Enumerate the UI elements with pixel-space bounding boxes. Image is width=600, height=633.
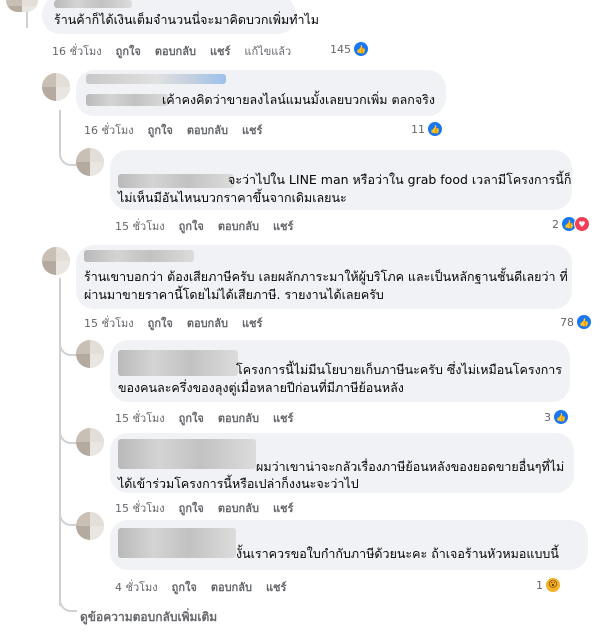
like-button[interactable]: ถูกใจ bbox=[148, 317, 173, 330]
comment-text-line: ผ่านมาขายราคานี้โดยไม่ได้เสียภาษี. รายงา… bbox=[84, 287, 384, 302]
avatar-icon[interactable] bbox=[6, 0, 38, 12]
commenter-name[interactable] bbox=[84, 250, 194, 262]
commenter-name-blur bbox=[86, 94, 168, 106]
view-more-replies-link[interactable]: ดูข้อความตอบกลับเพิ่มเติม bbox=[80, 608, 217, 627]
share-button[interactable]: แชร์ bbox=[266, 581, 286, 594]
comment-text: เค้าคงคิดว่าขายลงไลน์แมนมั้งเลยบวกเพิ่ม … bbox=[162, 92, 435, 107]
like-button[interactable]: ถูกใจ bbox=[179, 502, 204, 515]
reaction-count: 78 bbox=[560, 315, 574, 329]
reply-button[interactable]: ตอบกลับ bbox=[187, 124, 228, 137]
reply-button[interactable]: ตอบกลับ bbox=[187, 317, 228, 330]
comment-actions: 15 ชั่วโมง ถูกใจ ตอบกลับ แชร์ bbox=[115, 217, 307, 235]
comment-bubble: เค้าคงคิดว่าขายลงไลน์แมนมั้งเลยบวกเพิ่ม … bbox=[76, 70, 446, 116]
comment-bubble: จะว่าไปใน LINE man หรือว่าใน grab food เ… bbox=[110, 150, 572, 210]
share-button[interactable]: แชร์ bbox=[273, 502, 293, 515]
edited-label[interactable]: แก้ไขแล้ว bbox=[244, 45, 291, 58]
commenter-name[interactable] bbox=[118, 350, 238, 376]
thread-connector bbox=[59, 428, 77, 444]
comment-time[interactable]: 15 ชั่วโมง bbox=[115, 220, 165, 233]
reaction-summary[interactable]: 1 😮 bbox=[536, 577, 561, 593]
reaction-summary[interactable]: 3 👍 bbox=[544, 409, 569, 425]
commenter-name[interactable] bbox=[86, 74, 226, 84]
like-icon: 👍 bbox=[553, 409, 569, 425]
comment-actions: 15 ชั่วโมง ถูกใจ ตอบกลับ แชร์ bbox=[84, 314, 276, 332]
comment-actions: 4 ชั่วโมง ถูกใจ ตอบกลับ แชร์ bbox=[115, 578, 300, 596]
avatar-icon[interactable] bbox=[76, 428, 104, 456]
reaction-count: 145 bbox=[330, 42, 351, 56]
comment-actions: 16 ชั่วโมง ถูกใจ ตอบกลับ แชร์ แก้ไขแล้ว bbox=[52, 42, 305, 60]
like-button[interactable]: ถูกใจ bbox=[179, 220, 204, 233]
like-icon: 👍 bbox=[427, 121, 443, 137]
comment-time[interactable]: 16 ชั่วโมง bbox=[52, 45, 102, 58]
comment-bubble: โครงการนี้ไม่มีนโยบายเก็บภาษีนะครับ ซึ่ง… bbox=[110, 340, 570, 402]
share-button[interactable]: แชร์ bbox=[242, 124, 262, 137]
commenter-name[interactable] bbox=[118, 174, 234, 188]
comment-text-line: ของคนละครึ่งของลุงตู่เมื่อหลายปีก่อนที่ม… bbox=[118, 380, 404, 395]
thread-connector bbox=[59, 340, 77, 356]
comment-actions: 15 ชั่วโมง ถูกใจ ตอบกลับ แชร์ bbox=[115, 499, 307, 517]
avatar-icon[interactable] bbox=[42, 247, 70, 275]
commenter-name[interactable] bbox=[54, 0, 132, 8]
thread-line bbox=[59, 278, 61, 606]
like-icon: 👍 bbox=[353, 41, 369, 57]
avatar-icon[interactable] bbox=[42, 73, 70, 101]
thread-connector bbox=[59, 150, 77, 166]
comment-actions: 15 ชั่วโมง ถูกใจ ตอบกลับ แชร์ bbox=[115, 409, 307, 427]
reaction-summary[interactable]: 145 👍 bbox=[330, 41, 369, 57]
comment-text-line: ไม่เห็นมีอันไหนบวกราคาขึ้นจากเดิมเลยนะ bbox=[118, 190, 347, 205]
avatar-icon[interactable] bbox=[76, 148, 104, 176]
like-icon: 👍 bbox=[576, 314, 592, 330]
comment-bubble: ร้านเขาบอกว่า ต้องเสียภาษีครับ เลยผลักภา… bbox=[76, 245, 572, 309]
avatar-icon[interactable] bbox=[76, 512, 104, 540]
reply-button[interactable]: ตอบกลับ bbox=[155, 45, 196, 58]
like-button[interactable]: ถูกใจ bbox=[116, 45, 141, 58]
reaction-summary[interactable]: 11 👍 bbox=[411, 121, 443, 137]
comment-actions: 16 ชั่วโมง ถูกใจ ตอบกลับ แชร์ bbox=[84, 121, 276, 139]
avatar-icon[interactable] bbox=[76, 340, 104, 368]
reply-button[interactable]: ตอบกลับ bbox=[218, 412, 259, 425]
comment-time[interactable]: 4 ชั่วโมง bbox=[115, 581, 158, 594]
reply-button[interactable]: ตอบกลับ bbox=[218, 502, 259, 515]
share-button[interactable]: แชร์ bbox=[210, 45, 230, 58]
share-button[interactable]: แชร์ bbox=[273, 412, 293, 425]
share-button[interactable]: แชร์ bbox=[242, 317, 262, 330]
comment-time[interactable]: 15 ชั่วโมง bbox=[115, 412, 165, 425]
comment-text-line: จะว่าไปใน LINE man หรือว่าใน grab food เ… bbox=[228, 172, 572, 187]
comment-text-line: ร้านเขาบอกว่า ต้องเสียภาษีครับ เลยผลักภา… bbox=[84, 269, 568, 284]
comment-text-line: ได้เข้าร่วมโครงการนี้หรือเปล่าก็งงนะจะว่… bbox=[118, 476, 359, 491]
comment-bubble: ผมว่าเขาน่าจะกลัวเรื่องภาษีย้อนหลังของยอ… bbox=[110, 433, 574, 493]
like-button[interactable]: ถูกใจ bbox=[172, 581, 197, 594]
reaction-count: 2 bbox=[552, 217, 559, 231]
thread-connector bbox=[59, 596, 77, 612]
thread-line bbox=[59, 110, 61, 150]
commenter-name[interactable] bbox=[118, 439, 256, 469]
comment-text: งั้นเราควรขอใบกำกับภาษีด้วยนะคะ ถ้าเจอร้… bbox=[236, 546, 559, 561]
comment-time[interactable]: 15 ชั่วโมง bbox=[84, 317, 134, 330]
commenter-name[interactable] bbox=[118, 528, 236, 558]
reaction-summary[interactable]: 78 👍 bbox=[560, 314, 592, 330]
comment-text: ร้านค้าก็ได้เงินเต็มจำนวนนี่จะมาคิดบวกเพ… bbox=[54, 12, 320, 27]
comment-bubble: ร้านค้าก็ได้เงินเต็มจำนวนนี่จะมาคิดบวกเพ… bbox=[42, 0, 319, 34]
reply-button[interactable]: ตอบกลับ bbox=[218, 220, 259, 233]
reaction-count: 11 bbox=[411, 122, 425, 136]
wow-icon: 😮 bbox=[545, 577, 561, 593]
comment-text-line: โครงการนี้ไม่มีนโยบายเก็บภาษีนะครับ ซึ่ง… bbox=[236, 362, 562, 377]
share-button[interactable]: แชร์ bbox=[273, 220, 293, 233]
reaction-summary[interactable]: 2 👍 ♥ bbox=[552, 216, 590, 232]
thread-connector bbox=[59, 510, 77, 526]
reply-button[interactable]: ตอบกลับ bbox=[211, 581, 252, 594]
comment-time[interactable]: 15 ชั่วโมง bbox=[115, 502, 165, 515]
love-icon: ♥ bbox=[574, 216, 590, 232]
comment-time[interactable]: 16 ชั่วโมง bbox=[84, 124, 134, 137]
like-button[interactable]: ถูกใจ bbox=[179, 412, 204, 425]
reaction-count: 1 bbox=[536, 578, 543, 592]
comment-bubble: งั้นเราควรขอใบกำกับภาษีด้วยนะคะ ถ้าเจอร้… bbox=[110, 520, 588, 570]
like-button[interactable]: ถูกใจ bbox=[148, 124, 173, 137]
reaction-count: 3 bbox=[544, 410, 551, 424]
